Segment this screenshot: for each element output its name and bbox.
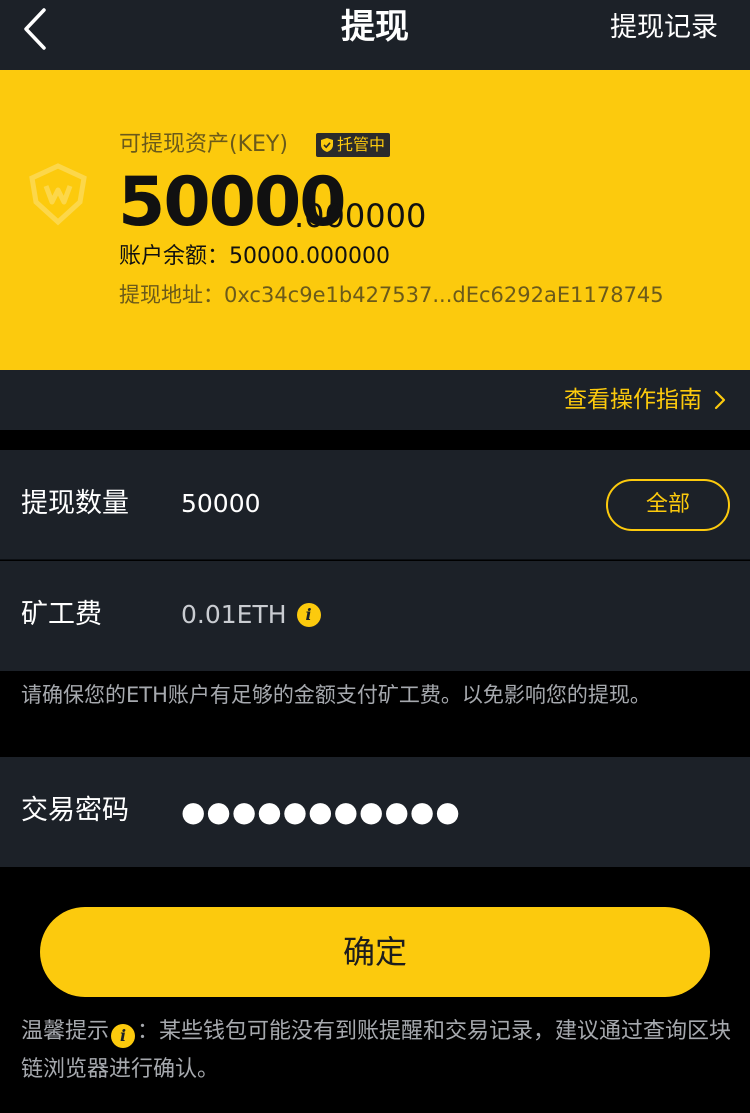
- asset-card: 可提现资产(KEY) 托管中 50000 .000000 账户余额：50000.…: [0, 70, 750, 370]
- address-value: 0xc34c9e1b427537...dEc6292aE1178745: [224, 283, 664, 307]
- balance-value: 50000.000000: [229, 244, 390, 269]
- fee-note: 请确保您的ETH账户有足够的金额支付矿工费。以免影响您的提现。: [21, 683, 651, 707]
- withdraw-amount-label: 提现数量: [21, 488, 129, 519]
- tip-prefix: 温馨提示: [21, 1019, 110, 1044]
- operation-guide-link[interactable]: 查看操作指南: [564, 384, 726, 416]
- amount-decimal: .000000: [294, 197, 427, 235]
- logo-watermark-icon: [29, 163, 87, 226]
- withdraw-amount-input[interactable]: 50000: [181, 487, 261, 521]
- chevron-right-icon: [714, 390, 726, 410]
- withdraw-history-link[interactable]: 提现记录: [610, 10, 718, 46]
- shield-check-icon: [321, 138, 333, 152]
- custody-badge-label: 托管中: [337, 135, 386, 154]
- confirm-button[interactable]: 确定: [40, 907, 710, 997]
- balance-label: 账户余额：: [119, 244, 230, 269]
- guide-bar: 查看操作指南: [0, 370, 750, 430]
- withdraw-address: 提现地址：0xc34c9e1b427537...dEc6292aE1178745: [119, 280, 664, 310]
- miner-fee-value: 0.01ETH: [181, 600, 287, 629]
- trade-password-row: 交易密码 ●●●●●●●●●●●: [0, 757, 750, 867]
- tip-info-icon: i: [111, 1024, 136, 1048]
- withdraw-all-button[interactable]: 全部: [606, 479, 730, 531]
- trade-password-input[interactable]: ●●●●●●●●●●●: [181, 797, 461, 827]
- warm-tip: 温馨提示 i ：某些钱包可能没有到账提醒和交易记录，建议通过查询区块链浏览器进行确认…: [21, 1013, 733, 1089]
- address-label: 提现地址：: [119, 283, 224, 307]
- miner-fee-label: 矿工费: [21, 599, 102, 630]
- trade-password-label: 交易密码: [21, 795, 129, 826]
- guide-label: 查看操作指南: [564, 387, 702, 413]
- miner-fee-value-wrap: 0.01ETH i: [181, 598, 321, 632]
- custody-badge: 托管中: [316, 133, 391, 157]
- info-icon[interactable]: i: [296, 603, 321, 627]
- withdrawable-asset-label: 可提现资产(KEY): [119, 132, 288, 157]
- nav-bar: 提现 提现记录: [0, 0, 750, 70]
- withdraw-amount-row: 提现数量 50000 全部: [0, 450, 750, 560]
- miner-fee-row: 矿工费 0.01ETH i: [0, 561, 750, 671]
- account-balance: 账户余额：50000.000000: [119, 242, 390, 272]
